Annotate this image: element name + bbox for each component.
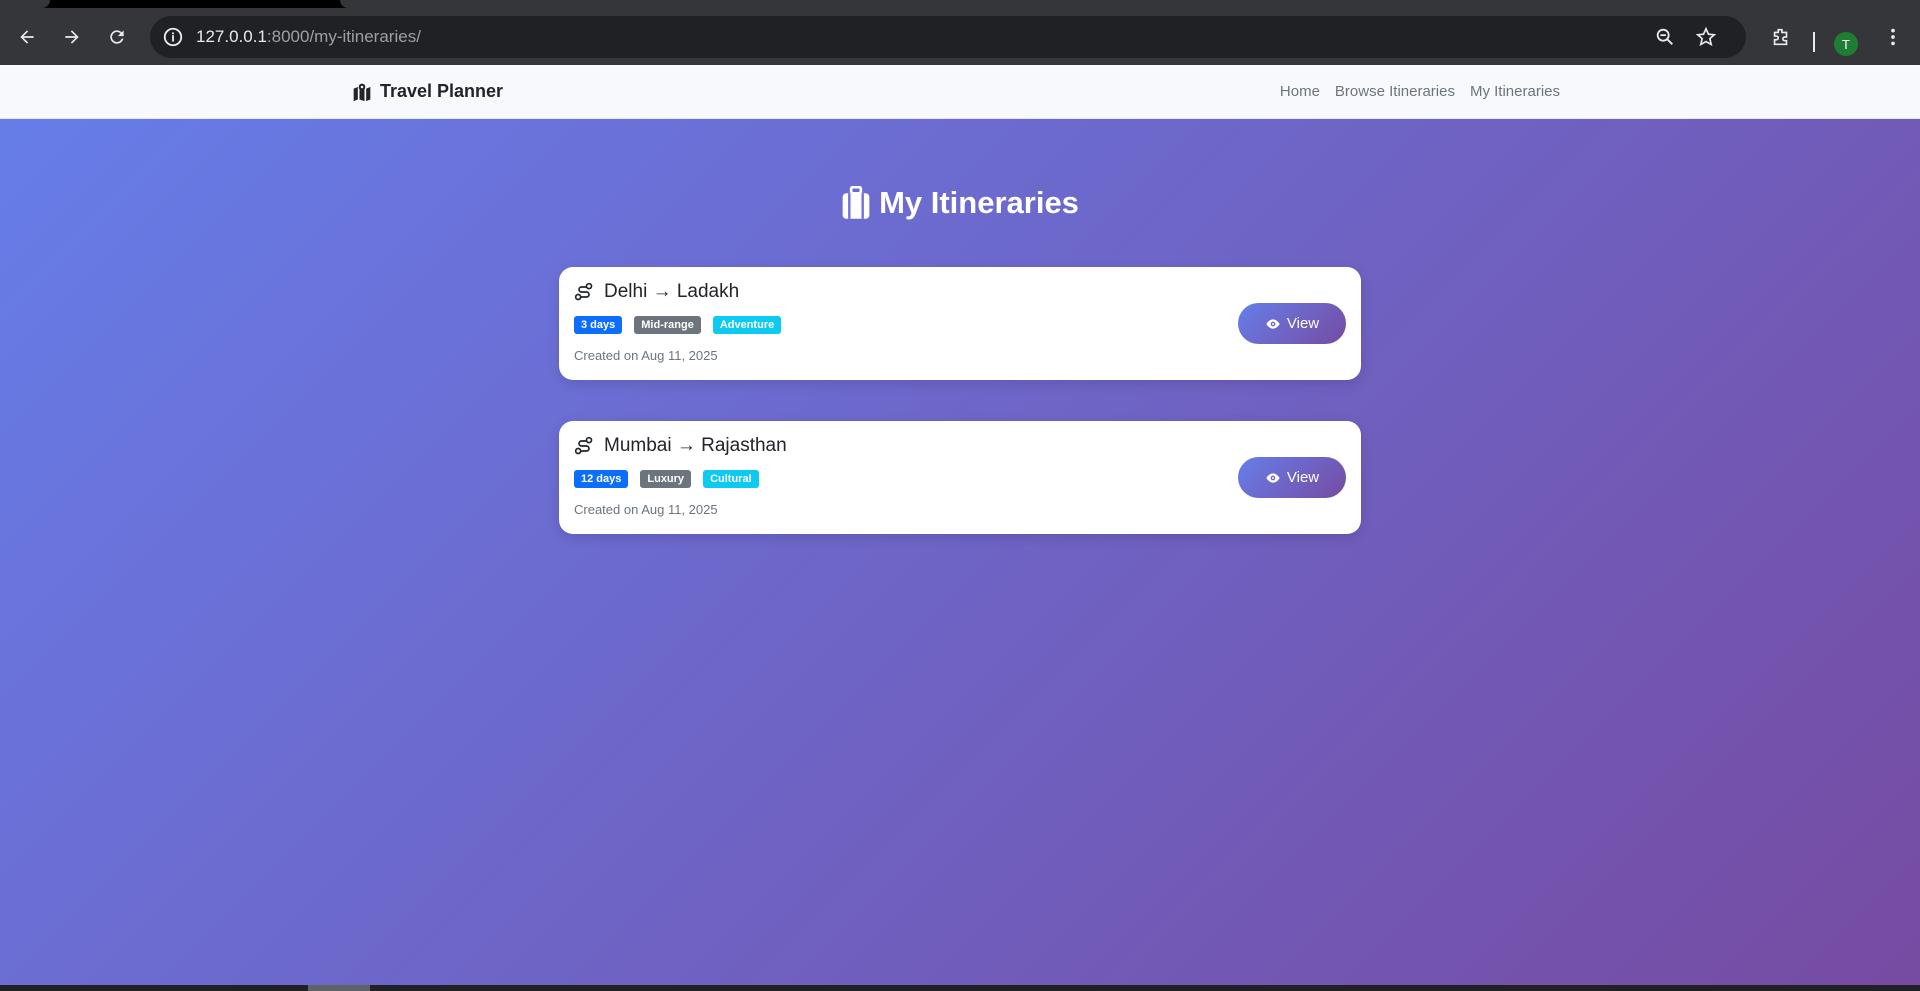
itinerary-route: Mumbai → Rajasthan bbox=[604, 435, 787, 456]
tab-edge bbox=[0, 0, 50, 8]
nav-link-home[interactable]: Home bbox=[1280, 83, 1320, 100]
created-date: Created on Aug 11, 2025 bbox=[574, 502, 718, 517]
horizontal-scrollbar[interactable] bbox=[0, 985, 1920, 991]
itinerary-route: Delhi → Ladakh bbox=[604, 281, 740, 302]
site-info-icon[interactable] bbox=[162, 26, 184, 48]
back-button[interactable] bbox=[12, 22, 42, 52]
duration-badge: 12 days bbox=[574, 470, 629, 488]
itinerary-title: Delhi → Ladakh bbox=[574, 281, 739, 303]
brand-link[interactable]: Travel Planner bbox=[352, 81, 503, 102]
nav-link-browse-itineraries[interactable]: Browse Itineraries bbox=[1335, 83, 1455, 100]
browser-toolbar: 127.0.0.1:8000/my-itineraries/ T bbox=[0, 8, 1920, 65]
arrow-right-icon bbox=[65, 30, 79, 44]
view-button-label: View bbox=[1286, 469, 1320, 486]
style-badge: Cultural bbox=[703, 470, 759, 488]
eye-icon bbox=[1266, 472, 1280, 483]
created-date: Created on Aug 11, 2025 bbox=[574, 348, 718, 363]
extensions-button[interactable] bbox=[1766, 22, 1796, 52]
eye-icon bbox=[1266, 318, 1280, 329]
url-path: :8000/my-itineraries/ bbox=[266, 27, 421, 46]
view-button-label: View bbox=[1286, 315, 1320, 332]
budget-badge: Luxury bbox=[640, 470, 692, 488]
address-bar[interactable]: 127.0.0.1:8000/my-itineraries/ bbox=[150, 16, 1746, 58]
profile-avatar[interactable]: T bbox=[1834, 32, 1858, 56]
map-marked-icon bbox=[353, 83, 371, 101]
kebab-menu-icon bbox=[1891, 28, 1895, 46]
itinerary-card: Delhi → Ladakh 3 days Mid-range Adventur… bbox=[559, 267, 1361, 380]
view-button[interactable]: View bbox=[1238, 457, 1346, 498]
badge-group: 3 days Mid-range Adventure bbox=[574, 316, 782, 334]
url-host: 127.0.0.1 bbox=[196, 27, 267, 46]
page-body: Travel Planner Home Browse Itineraries M… bbox=[0, 65, 1920, 985]
budget-badge: Mid-range bbox=[634, 316, 701, 334]
brand-name: Travel Planner bbox=[380, 81, 504, 101]
nav-link-my-itineraries[interactable]: My Itineraries bbox=[1470, 83, 1560, 100]
page-title: My Itineraries bbox=[0, 185, 1920, 221]
reload-icon bbox=[110, 30, 124, 44]
url-text[interactable]: 127.0.0.1:8000/my-itineraries/ bbox=[196, 27, 421, 47]
browser-tab-strip bbox=[0, 0, 1920, 8]
route-icon bbox=[574, 282, 593, 301]
page-title-text: My Itineraries bbox=[879, 185, 1079, 220]
site-navbar: Travel Planner Home Browse Itineraries M… bbox=[0, 65, 1920, 119]
reload-button[interactable] bbox=[102, 22, 132, 52]
itinerary-title: Mumbai → Rajasthan bbox=[574, 435, 787, 457]
route-icon bbox=[574, 436, 593, 455]
badge-group: 12 days Luxury Cultural bbox=[574, 470, 759, 488]
view-button[interactable]: View bbox=[1238, 303, 1346, 344]
puzzle-icon bbox=[1773, 28, 1788, 46]
suitcase-icon bbox=[842, 186, 870, 219]
scrollbar-thumb[interactable] bbox=[308, 985, 370, 991]
zoom-icon[interactable] bbox=[1654, 26, 1676, 48]
arrow-left-icon bbox=[20, 30, 34, 44]
menu-button[interactable] bbox=[1878, 22, 1908, 52]
duration-badge: 3 days bbox=[574, 316, 623, 334]
toolbar-divider bbox=[1813, 32, 1815, 52]
bookmark-star-icon[interactable] bbox=[1695, 26, 1717, 48]
style-badge: Adventure bbox=[712, 316, 782, 334]
forward-button[interactable] bbox=[57, 22, 87, 52]
tab-edge bbox=[340, 0, 1920, 8]
nav-links: Home Browse Itineraries My Itineraries bbox=[1280, 83, 1560, 100]
itinerary-card: Mumbai → Rajasthan 12 days Luxury Cultur… bbox=[559, 421, 1361, 534]
